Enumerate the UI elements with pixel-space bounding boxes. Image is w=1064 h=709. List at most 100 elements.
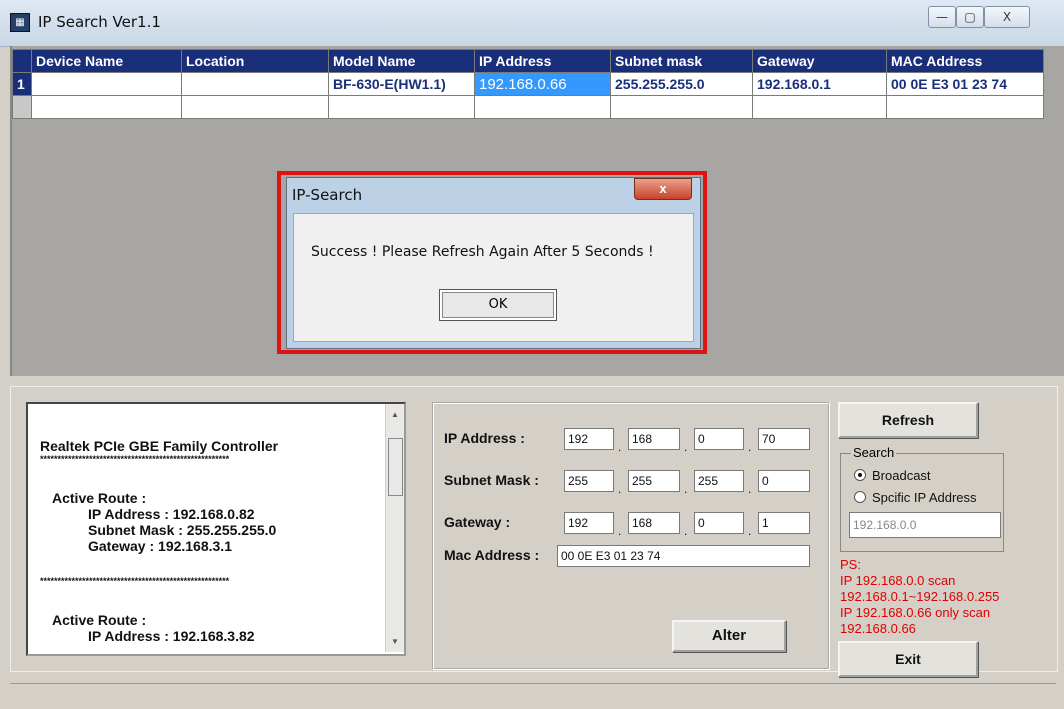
cell-location[interactable] — [181, 72, 329, 96]
scroll-up-icon[interactable]: ▲ — [391, 410, 399, 419]
cell-ip-address[interactable]: 192.168.0.66 — [474, 72, 611, 96]
radio-selected-icon[interactable] — [854, 469, 866, 481]
grid-header-row: Device Name Location Model Name IP Addre… — [12, 49, 1044, 73]
close-button[interactable]: X — [984, 6, 1030, 28]
table-row[interactable]: 1 BF-630-E(HW1.1) 192.168.0.66 255.255.2… — [12, 72, 1044, 96]
cell-subnet-mask[interactable]: 255.255.255.0 — [610, 72, 753, 96]
cell-model-name[interactable]: BF-630-E(HW1.1) — [328, 72, 475, 96]
specific-ip-radio[interactable]: Spcific IP Address — [854, 490, 977, 505]
row-header[interactable]: 1 — [12, 72, 32, 96]
row-header-new[interactable] — [12, 95, 32, 119]
window-title: IP Search Ver1.1 — [38, 13, 161, 31]
gateway-octet-1[interactable]: 192 — [564, 512, 614, 534]
cell-empty[interactable] — [31, 95, 182, 119]
grid-corner — [12, 49, 32, 73]
scroll-thumb[interactable] — [388, 438, 403, 496]
table-row-new[interactable] — [12, 95, 1044, 119]
dot-sep: . — [618, 482, 622, 496]
route-gateway: Gateway : 192.168.3.1 — [88, 538, 232, 554]
dialog-message: Success ! Please Refresh Again After 5 S… — [311, 244, 654, 260]
dialog-title: IP-Search — [292, 186, 363, 204]
mask-octet-1[interactable]: 255 — [564, 470, 614, 492]
cell-empty[interactable] — [610, 95, 753, 119]
column-header-gateway[interactable]: Gateway — [752, 49, 887, 73]
exit-button[interactable]: Exit — [838, 641, 978, 677]
broadcast-radio[interactable]: Broadcast — [854, 468, 931, 483]
ip-octet-1[interactable]: 192 — [564, 428, 614, 450]
title-bar: ▦ IP Search Ver1.1 — ▢ X — [0, 0, 1064, 47]
scroll-down-icon[interactable]: ▼ — [391, 637, 399, 646]
gateway-octet-4[interactable]: 1 — [758, 512, 810, 534]
cell-mac-address[interactable]: 00 0E E3 01 23 74 — [886, 72, 1044, 96]
cell-empty[interactable] — [752, 95, 887, 119]
route-label: Active Route : — [52, 612, 147, 628]
mask-octet-2[interactable]: 255 — [628, 470, 680, 492]
dot-sep: . — [684, 482, 688, 496]
separator-line: ****************************************… — [40, 576, 230, 586]
status-bar — [10, 683, 1056, 708]
ps-line: PS: — [840, 557, 861, 572]
dot-sep: . — [748, 440, 752, 454]
ip-octet-4[interactable]: 70 — [758, 428, 810, 450]
specific-ip-input[interactable]: 192.168.0.0 — [849, 512, 1001, 538]
separator-line: ****************************************… — [40, 454, 230, 464]
device-grid: Device Name Location Model Name IP Addre… — [12, 49, 1044, 119]
mac-address-label: Mac Address : — [444, 547, 540, 563]
cell-device-name[interactable] — [31, 72, 182, 96]
ps-line: IP 192.168.0.66 only scan — [840, 605, 991, 620]
subnet-mask-label: Subnet Mask : — [444, 472, 539, 488]
cell-empty[interactable] — [181, 95, 329, 119]
ip-octet-2[interactable]: 168 — [628, 428, 680, 450]
ps-line: IP 192.168.0.0 scan — [840, 573, 956, 588]
app-window: ▦ IP Search Ver1.1 — ▢ X Device Name Loc… — [0, 0, 1064, 709]
dot-sep: . — [684, 524, 688, 538]
gateway-label: Gateway : — [444, 514, 511, 530]
dot-sep: . — [684, 440, 688, 454]
cell-empty[interactable] — [328, 95, 475, 119]
ps-note: PS: IP 192.168.0.0 scan 192.168.0.1~192.… — [840, 557, 999, 637]
route-label: Active Route : — [52, 490, 147, 506]
dot-sep: . — [618, 440, 622, 454]
column-header-location[interactable]: Location — [181, 49, 329, 73]
radio-unselected-icon[interactable] — [854, 491, 866, 503]
route-ip: IP Address : 192.168.3.82 — [88, 628, 255, 644]
ip-octet-3[interactable]: 0 — [694, 428, 744, 450]
mask-octet-4[interactable]: 0 — [758, 470, 810, 492]
dialog-body: Success ! Please Refresh Again After 5 S… — [293, 213, 694, 342]
dialog-close-button[interactable]: x — [634, 178, 692, 200]
cell-empty[interactable] — [886, 95, 1044, 119]
dot-sep: . — [748, 524, 752, 538]
dot-sep: . — [618, 524, 622, 538]
route-mask: Subnet Mask : 255.255.255.0 — [88, 522, 277, 538]
broadcast-label: Broadcast — [872, 468, 931, 483]
ok-button[interactable]: OK — [439, 289, 557, 321]
gateway-octet-3[interactable]: 0 — [694, 512, 744, 534]
maximize-button[interactable]: ▢ — [956, 6, 984, 28]
column-header-subnet-mask[interactable]: Subnet mask — [610, 49, 753, 73]
app-icon: ▦ — [10, 13, 30, 32]
mac-address-field[interactable]: 00 0E E3 01 23 74 — [557, 545, 810, 567]
search-group: Search Broadcast Spcific IP Address 192.… — [840, 445, 1004, 552]
search-group-label: Search — [851, 445, 897, 460]
ps-line: 192.168.0.1~192.168.0.255 — [840, 589, 1000, 604]
column-header-device-name[interactable]: Device Name — [31, 49, 182, 73]
minimize-button[interactable]: — — [928, 6, 956, 28]
column-header-mac-address[interactable]: MAC Address — [886, 49, 1044, 73]
gateway-octet-2[interactable]: 168 — [628, 512, 680, 534]
success-dialog: IP-Search x Success ! Please Refresh Aga… — [286, 177, 701, 349]
info-scrollbar[interactable]: ▲ ▼ — [385, 404, 404, 652]
adapter-info-panel[interactable]: Realtek PCIe GBE Family Controller *****… — [26, 402, 406, 656]
cell-gateway[interactable]: 192.168.0.1 — [752, 72, 887, 96]
mask-octet-3[interactable]: 255 — [694, 470, 744, 492]
adapter-name: Realtek PCIe GBE Family Controller — [40, 438, 279, 454]
column-header-model-name[interactable]: Model Name — [328, 49, 475, 73]
specific-ip-label: Spcific IP Address — [872, 490, 977, 505]
route-ip: IP Address : 192.168.0.82 — [88, 506, 255, 522]
ps-line: 192.168.0.66 — [840, 621, 916, 636]
alter-button[interactable]: Alter — [672, 620, 786, 652]
refresh-button[interactable]: Refresh — [838, 402, 978, 438]
cell-empty[interactable] — [474, 95, 611, 119]
dot-sep: . — [748, 482, 752, 496]
column-header-ip-address[interactable]: IP Address — [474, 49, 611, 73]
ip-address-label: IP Address : — [444, 430, 525, 446]
